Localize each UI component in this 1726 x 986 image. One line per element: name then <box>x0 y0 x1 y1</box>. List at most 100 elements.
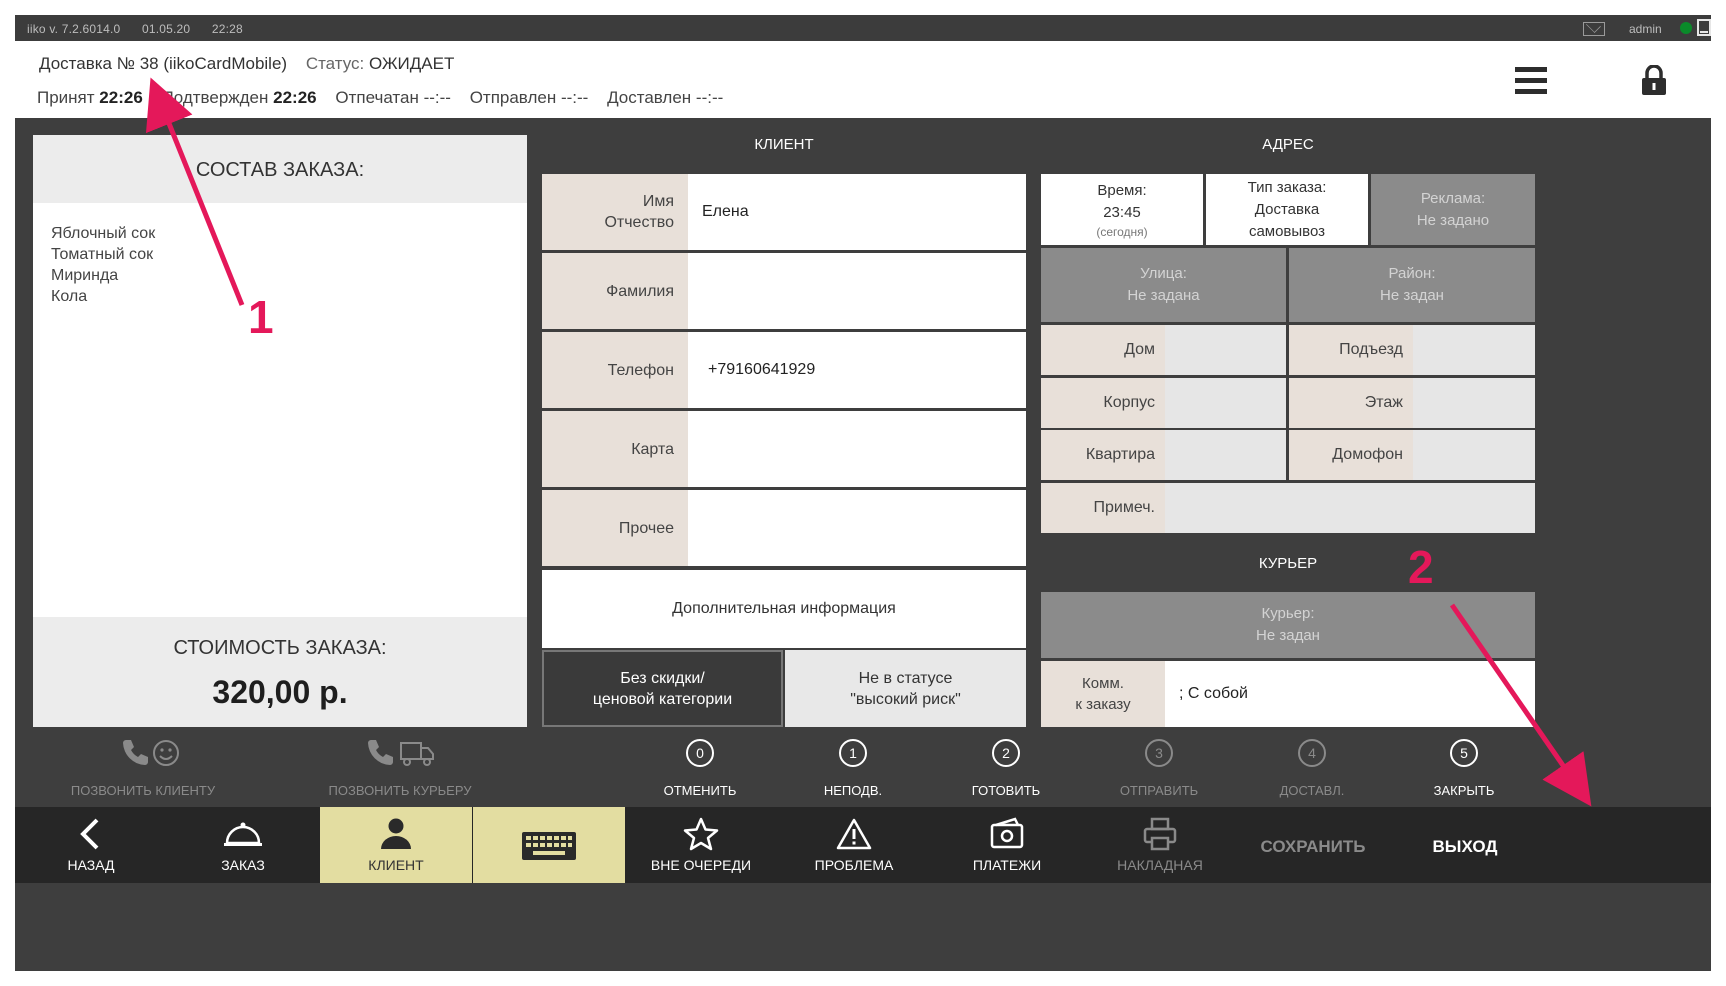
menu-icon[interactable] <box>1515 67 1547 95</box>
courier-value: Не задан <box>1256 627 1320 644</box>
money-icon <box>990 817 1024 849</box>
street-label: Улица: <box>1140 265 1187 282</box>
client-name-row[interactable]: Имя Отчество Елена <box>542 174 1026 250</box>
title-bar: iiko v. 7.2.6014.0 01.05.20 22:28 admin <box>15 15 1711 41</box>
phone-label: Телефон <box>542 332 688 408</box>
phone-field[interactable]: +79160641929 <box>708 332 815 408</box>
list-item[interactable]: Яблочный сок <box>51 223 509 244</box>
delivery-time-button[interactable]: Время: 23:45 (сегодня) <box>1041 174 1203 245</box>
order-type-button[interactable]: Тип заказа: Доставка самовывоз <box>1206 174 1368 245</box>
save-button[interactable]: СОХРАНИТЬ <box>1237 807 1389 883</box>
status-number: 3 <box>1145 739 1173 767</box>
invoice-button[interactable]: НАКЛАДНАЯ <box>1084 807 1236 883</box>
status-number: 1 <box>839 739 867 767</box>
call-client-button[interactable]: ПОЗВОНИТЬ КЛИЕНТУ <box>28 737 258 805</box>
status-label: ОТПРАВИТЬ <box>1119 783 1199 798</box>
name-label: Имя Отчество <box>542 174 688 250</box>
printed-time: --:-- <box>423 88 451 107</box>
phone-truck-icon <box>368 740 434 766</box>
courier-button[interactable]: Курьер: Не задан <box>1041 592 1535 658</box>
close-status-button[interactable]: 5 ЗАКРЫТЬ <box>1389 737 1539 805</box>
call-courier-button[interactable]: ПОЗВОНИТЬ КУРЬЕРУ <box>285 737 515 805</box>
delivered-status-button[interactable]: 4 ДОСТАВЛ. <box>1237 737 1387 805</box>
street-button[interactable]: Улица: Не задана <box>1041 248 1286 322</box>
advertising-button[interactable]: Реклама: Не задано <box>1371 174 1535 245</box>
name-field[interactable]: Елена <box>702 174 749 250</box>
confirmed-label: Подтвержден <box>161 88 269 107</box>
apartment-label: Квартира <box>1041 430 1165 480</box>
window-icon[interactable] <box>1697 19 1711 36</box>
annotation-marker-1: 1 <box>248 291 274 343</box>
call-courier-label: ПОЗВОНИТЬ КУРЬЕРУ <box>328 783 472 798</box>
payments-button[interactable]: ПЛАТЕЖИ <box>931 807 1083 883</box>
intercom-label: Домофон <box>1289 430 1413 480</box>
status-dot-icon <box>1680 22 1692 34</box>
list-item[interactable]: Томатный сок <box>51 244 509 265</box>
ad-label: Реклама: <box>1420 189 1486 207</box>
street-value: Не задана <box>1127 287 1200 304</box>
status-number: 0 <box>686 739 714 767</box>
district-value: Не задан <box>1380 287 1444 304</box>
app-version: iiko v. 7.2.6014.0 <box>27 22 121 36</box>
lock-icon[interactable] <box>1641 65 1667 95</box>
status-label: ГОТОВИТЬ <box>971 783 1041 798</box>
back-button[interactable]: НАЗАД <box>15 807 167 883</box>
out-of-queue-label: ВНЕ ОЧЕРЕДИ <box>650 857 752 873</box>
save-label: СОХРАНИТЬ <box>1260 837 1366 856</box>
bottom-nav: НАЗАД ЗАКАЗ КЛИЕНТ ВНЕ ОЧЕРЕДИ ПРОБЛЕМА … <box>15 807 1711 883</box>
order-title: СОСТАВ ЗАКАЗА: <box>33 135 527 203</box>
order-label: Доставка № 38 (iikoCardMobile) <box>39 54 288 73</box>
chevron-left-icon <box>80 818 99 850</box>
client-card-row[interactable]: Карта <box>542 411 1026 487</box>
entrance-field[interactable]: Подъезд <box>1289 325 1535 375</box>
order-panel: СОСТАВ ЗАКАЗА: Яблочный сок Томатный сок… <box>33 135 527 727</box>
user-icon <box>381 818 411 849</box>
card-label: Карта <box>542 411 688 487</box>
ad-value: Не задано <box>1416 211 1490 229</box>
keyboard-icon <box>522 832 576 860</box>
out-of-queue-button[interactable]: ВНЕ ОЧЕРЕДИ <box>625 807 777 883</box>
user-name: admin <box>1629 22 1662 36</box>
exit-button[interactable]: ВЫХОД <box>1389 807 1541 883</box>
status-prefix: Статус: <box>305 54 365 73</box>
payments-label: ПЛАТЕЖИ <box>972 857 1042 873</box>
client-surname-row[interactable]: Фамилия <box>542 253 1026 329</box>
title-date: 01.05.20 <box>141 22 191 36</box>
time-note: (сегодня) <box>1096 224 1148 239</box>
sent-label: Отправлен <box>469 88 557 107</box>
order-comment-row[interactable]: Комм. к заказу ; С собой <box>1041 661 1535 727</box>
discount-button[interactable]: Без скидки/ценовой категории <box>542 650 783 727</box>
building-field[interactable]: Корпус <box>1041 378 1286 428</box>
floor-field[interactable]: Этаж <box>1289 378 1535 428</box>
client-phone-row[interactable]: Телефон +79160641929 <box>542 332 1026 408</box>
problem-button[interactable]: ПРОБЛЕМА <box>778 807 930 883</box>
version-info: iiko v. 7.2.6014.0 01.05.20 22:28 <box>27 22 261 36</box>
status-number: 4 <box>1298 739 1326 767</box>
cook-status-button[interactable]: 2 ГОТОВИТЬ <box>931 737 1081 805</box>
warning-icon <box>836 818 872 850</box>
client-nav-button[interactable]: КЛИЕНТ <box>320 807 472 883</box>
mail-icon[interactable] <box>1583 22 1605 36</box>
list-item[interactable]: Миринда <box>51 265 509 286</box>
courier-label: Курьер: <box>1261 605 1315 622</box>
keyboard-button[interactable] <box>473 807 625 883</box>
intercom-field[interactable]: Домофон <box>1289 430 1535 480</box>
note-field[interactable]: Примеч. <box>1041 483 1535 533</box>
list-item[interactable]: Кола <box>51 286 509 307</box>
status-label: ДОСТАВЛ. <box>1279 783 1345 798</box>
order-nav-button[interactable]: ЗАКАЗ <box>167 807 319 883</box>
cancel-status-button[interactable]: 0 ОТМЕНИТЬ <box>625 737 775 805</box>
comment-field[interactable]: ; С собой <box>1179 661 1248 727</box>
district-button[interactable]: Район: Не задан <box>1289 248 1535 322</box>
client-other-row[interactable]: Прочее <box>542 490 1026 566</box>
order-type-label: Тип заказа: <box>1247 178 1327 196</box>
time-label: Время: <box>1097 181 1147 199</box>
extra-info-button[interactable]: Дополнительная информация <box>542 570 1026 648</box>
send-status-button[interactable]: 3 ОТПРАВИТЬ <box>1084 737 1234 805</box>
unconfirmed-status-button[interactable]: 1 НЕПОДВ. <box>778 737 928 805</box>
house-field[interactable]: Дом <box>1041 325 1286 375</box>
apartment-field[interactable]: Квартира <box>1041 430 1286 480</box>
app-window: iiko v. 7.2.6014.0 01.05.20 22:28 admin … <box>15 15 1711 971</box>
printer-icon <box>1143 817 1177 851</box>
risk-status-button[interactable]: Не в статусе "высокий риск" <box>785 650 1026 727</box>
